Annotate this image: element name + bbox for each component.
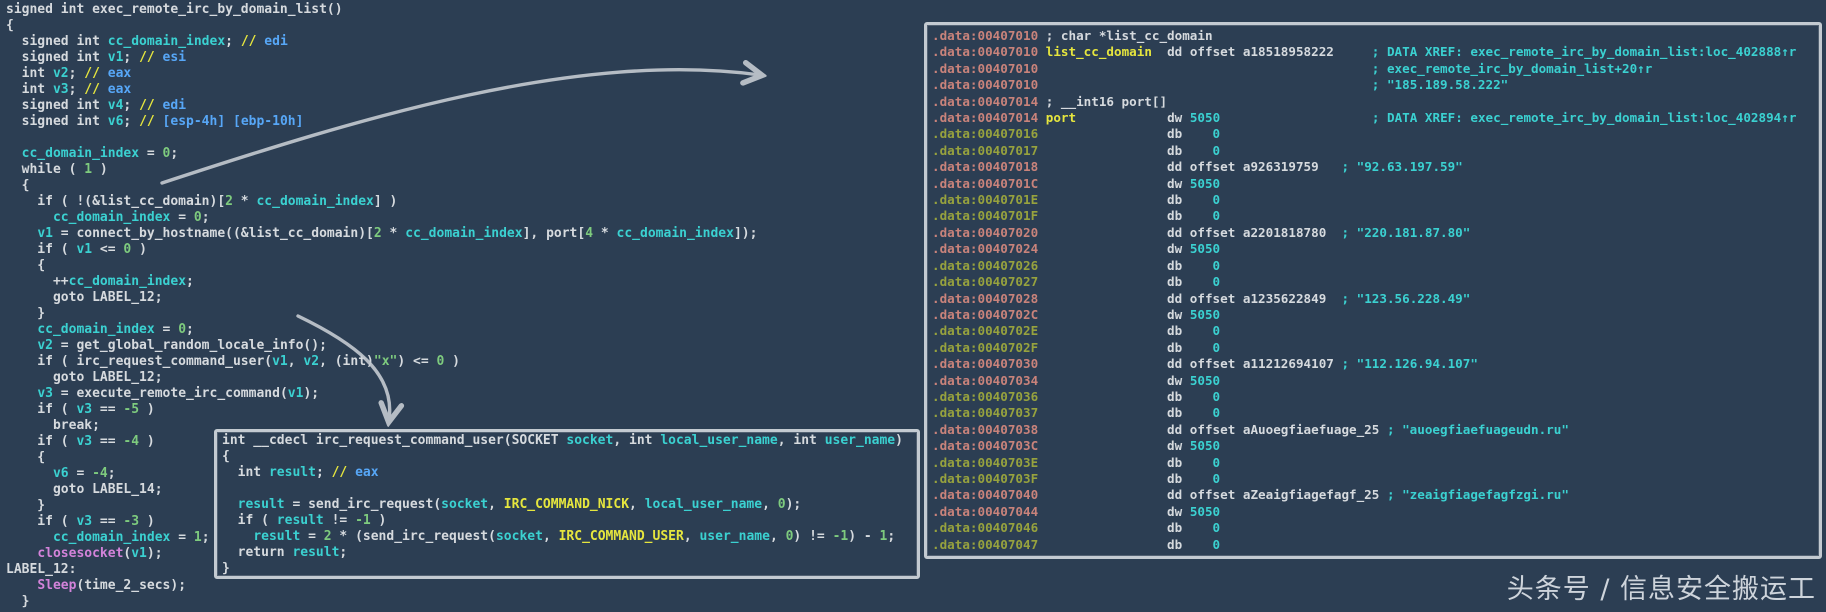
function-popup-window: int __cdecl irc_request_command_user(SOC… xyxy=(214,429,920,579)
data-segment-view[interactable]: .data:00407010 ; char *list_cc_domain .d… xyxy=(932,28,1819,553)
watermark: 头条号 / 信息安全搬运工 xyxy=(1506,574,1816,605)
data-segment-window: .data:00407010 ; char *list_cc_domain .d… xyxy=(924,22,1822,559)
ida-workspace: { "watermark": "头条号 / 信息安全搬运工", "colors"… xyxy=(0,0,1826,612)
popup-pseudocode-view[interactable]: int __cdecl irc_request_command_user(SOC… xyxy=(222,433,917,576)
